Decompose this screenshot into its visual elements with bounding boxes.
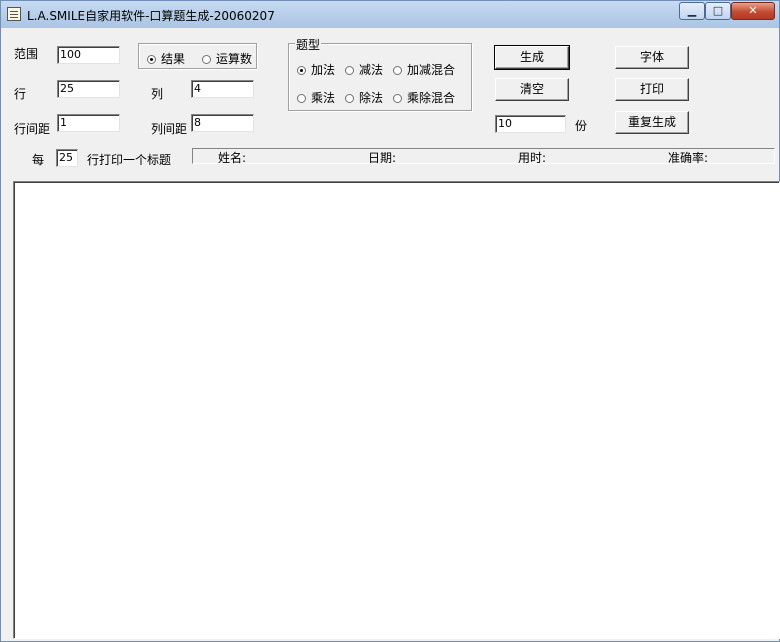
radio-addition[interactable]: 加法 <box>297 61 335 78</box>
radio-dot-icon <box>393 94 402 103</box>
radio-multiplication[interactable]: 乘法 <box>297 89 335 106</box>
maximize-button[interactable]: □ <box>705 2 731 20</box>
radio-dot-selected-icon <box>297 66 306 75</box>
header-accuracy: 准确率: <box>668 151 709 165</box>
radio-dot-icon <box>297 94 306 103</box>
output-text-area[interactable] <box>13 181 780 639</box>
print-button[interactable]: 打印 <box>615 78 689 101</box>
header-date: 日期: <box>368 151 397 165</box>
per-suffix-label: 行打印一个标题 <box>87 153 172 167</box>
clear-button[interactable]: 清空 <box>495 78 569 101</box>
radio-dot-icon <box>393 66 402 75</box>
col-spacing-input[interactable]: 8 <box>191 114 254 132</box>
col-spacing-label: 列间距 <box>151 122 188 136</box>
radio-mul-div-mixed[interactable]: 乘除混合 <box>393 89 455 106</box>
range-label: 范围 <box>14 47 39 61</box>
radio-dot-icon <box>345 94 354 103</box>
row-spacing-input[interactable]: 1 <box>57 114 120 132</box>
cols-label: 列 <box>151 87 164 101</box>
window-title: L.A.SMILE自家用软件-口算题生成-20060207 <box>27 9 275 23</box>
close-button[interactable]: ✕ <box>731 2 775 20</box>
per-label: 每 <box>32 153 45 167</box>
minimize-button[interactable]: ▁ <box>679 2 705 20</box>
radio-result[interactable]: 结果 <box>147 50 185 67</box>
main-window: L.A.SMILE自家用软件-口算题生成-20060207 ▁ □ ✕ 范围 1… <box>0 0 780 642</box>
radio-operand[interactable]: 运算数 <box>202 50 252 67</box>
range-input[interactable]: 100 <box>57 46 120 64</box>
row-spacing-label: 行间距 <box>14 122 51 136</box>
print-header-bar: 姓名: 日期: 用时: 准确率: <box>192 148 775 165</box>
rows-input[interactable]: 25 <box>57 80 120 98</box>
radio-dot-icon <box>345 66 354 75</box>
radio-subtraction[interactable]: 减法 <box>345 61 383 78</box>
header-time-used: 用时: <box>518 151 547 165</box>
cols-input[interactable]: 4 <box>191 80 254 98</box>
radio-dot-icon <box>202 55 211 64</box>
title-bar[interactable]: L.A.SMILE自家用软件-口算题生成-20060207 ▁ □ ✕ <box>1 1 779 28</box>
scroll-icon <box>7 7 21 21</box>
font-button[interactable]: 字体 <box>615 46 689 69</box>
question-type-label: 题型 <box>295 36 322 53</box>
radio-add-sub-mixed[interactable]: 加减混合 <box>393 61 455 78</box>
rows-label: 行 <box>14 87 27 101</box>
per-rows-input[interactable]: 25 <box>56 149 78 167</box>
client-area: 范围 100 行 25 列 4 行间距 1 列间距 8 结果 运算数 题型 加法… <box>6 28 780 640</box>
header-name: 姓名: <box>218 151 247 165</box>
radio-division[interactable]: 除法 <box>345 89 383 106</box>
repeat-generate-button[interactable]: 重复生成 <box>615 111 689 134</box>
generate-button[interactable]: 生成 <box>494 45 570 70</box>
radio-dot-selected-icon <box>147 55 156 64</box>
copies-input[interactable]: 10 <box>495 115 566 133</box>
copies-unit-label: 份 <box>575 119 588 133</box>
